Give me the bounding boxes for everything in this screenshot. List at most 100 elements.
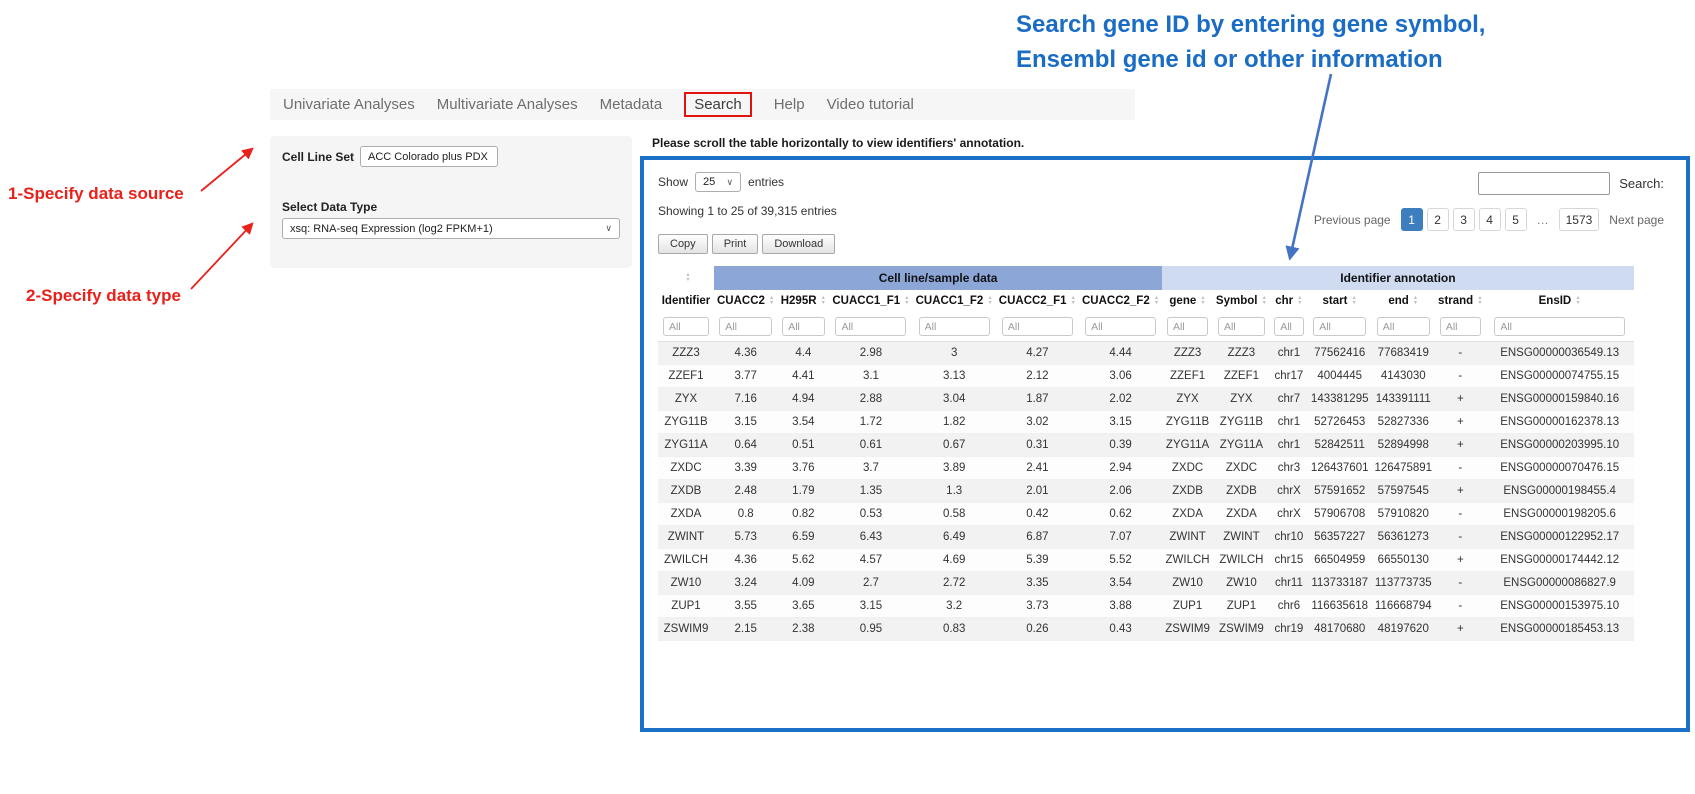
previous-page-button[interactable]: Previous page (1314, 213, 1391, 227)
column-header-end[interactable]: end▲▼ (1371, 290, 1435, 312)
filter-input-start[interactable] (1313, 317, 1366, 336)
filter-input-end[interactable] (1377, 317, 1430, 336)
table-cell: 113733187 (1308, 572, 1372, 595)
column-header-identifier[interactable]: Identifier (658, 290, 714, 312)
print-button[interactable]: Print (712, 234, 759, 254)
column-label: H295R (781, 295, 817, 307)
sort-icon: ▲▼ (1200, 296, 1205, 305)
table-cell: ZXDC (658, 457, 714, 480)
filter-input-cuacc2[interactable] (719, 317, 772, 336)
control-panel: Cell Line Set ACC Colorado plus PDX ∨ Se… (270, 136, 632, 268)
table-cell: ZSWIM9 (1213, 618, 1270, 641)
nav-item-univariate-analyses[interactable]: Univariate Analyses (283, 96, 415, 113)
page-button-4[interactable]: 4 (1479, 208, 1501, 231)
page-button-1573[interactable]: 1573 (1559, 208, 1600, 231)
table-cell: + (1435, 434, 1486, 457)
table-cell: 5.62 (777, 549, 829, 572)
sort-icon: ▲▼ (1477, 296, 1482, 305)
table-cell: ZXDA (1162, 503, 1213, 526)
table-cell: 3.76 (777, 457, 829, 480)
table-cell: 0.42 (996, 503, 1079, 526)
filter-input-cuacc1_f1[interactable] (835, 317, 906, 336)
group-header-identifier-annotation: Identifier annotation (1162, 266, 1633, 290)
column-label: CUACC2_F1 (999, 295, 1067, 307)
table-cell: 6.59 (777, 526, 829, 549)
filter-input-strand[interactable] (1440, 317, 1481, 336)
nav-item-metadata[interactable]: Metadata (600, 96, 663, 113)
filter-cell (913, 312, 996, 342)
filter-cell (1486, 312, 1634, 342)
table-cell: chr3 (1270, 457, 1308, 480)
column-label: Symbol (1216, 295, 1258, 307)
filter-input-identifier[interactable] (663, 317, 709, 336)
filter-input-gene[interactable] (1167, 317, 1208, 336)
nav-item-help[interactable]: Help (774, 96, 805, 113)
nav-item-video-tutorial[interactable]: Video tutorial (827, 96, 914, 113)
column-header-gene[interactable]: gene▲▼ (1162, 290, 1213, 312)
export-buttons: CopyPrintDownload (658, 234, 1672, 254)
table-cell: chr15 (1270, 549, 1308, 572)
table-cell: ZUP1 (1162, 595, 1213, 618)
table-cell: 0.62 (1079, 503, 1162, 526)
column-header-start[interactable]: start▲▼ (1308, 290, 1372, 312)
page-button-2[interactable]: 2 (1427, 208, 1449, 231)
table-cell: ZZEF1 (1213, 365, 1270, 388)
next-page-button[interactable]: Next page (1609, 213, 1664, 227)
column-header-cuacc1_f1[interactable]: CUACC1_F1▲▼ (829, 290, 912, 312)
column-header-cuacc2_f2[interactable]: CUACC2_F2▲▼ (1079, 290, 1162, 312)
page-length-select[interactable]: 25 ∨ (695, 172, 741, 192)
sort-icon: ▲▼ (1351, 296, 1356, 305)
nav-item-search[interactable]: Search (684, 92, 752, 117)
column-header-symbol[interactable]: Symbol▲▼ (1213, 290, 1270, 312)
table-cell: 3.77 (714, 365, 777, 388)
column-header-cuacc2_f1[interactable]: CUACC2_F1▲▼ (996, 290, 1079, 312)
page-button-3[interactable]: 3 (1453, 208, 1475, 231)
table-cell: ZZEF1 (658, 365, 714, 388)
column-header-chr[interactable]: chr▲▼ (1270, 290, 1308, 312)
search-results-panel: Show 25 ∨ entries Search: Showing 1 to 2… (640, 156, 1690, 732)
table-cell: 4004445 (1308, 365, 1372, 388)
filter-input-ensid[interactable] (1494, 317, 1625, 336)
data-type-select[interactable]: xsq: RNA-seq Expression (log2 FPKM+1) ∨ (282, 218, 620, 239)
column-header-h295r[interactable]: H295R▲▼ (777, 290, 829, 312)
page-button-1[interactable]: 1 (1401, 208, 1423, 231)
table-cell: 56361273 (1371, 526, 1435, 549)
table-cell: ZW10 (1213, 572, 1270, 595)
nav-item-multivariate-analyses[interactable]: Multivariate Analyses (437, 96, 578, 113)
page-button-5[interactable]: 5 (1505, 208, 1527, 231)
table-cell: ZXDB (1162, 480, 1213, 503)
table-cell: ZSWIM9 (658, 618, 714, 641)
filter-input-symbol[interactable] (1218, 317, 1265, 336)
table-cell: - (1435, 342, 1486, 365)
filter-input-cuacc1_f2[interactable] (919, 317, 990, 336)
table-cell: ZXDA (1213, 503, 1270, 526)
table-cell: 0.53 (829, 503, 912, 526)
column-label: CUACC2 (717, 295, 765, 307)
column-header-strand[interactable]: strand▲▼ (1435, 290, 1486, 312)
table-cell: ZWILCH (1213, 549, 1270, 572)
filter-input-cuacc2_f2[interactable] (1085, 317, 1156, 336)
download-button[interactable]: Download (762, 234, 835, 254)
table-cell: + (1435, 618, 1486, 641)
table-cell: 3.02 (996, 411, 1079, 434)
table-cell: 6.49 (913, 526, 996, 549)
filter-input-chr[interactable] (1274, 317, 1303, 336)
filter-input-h295r[interactable] (782, 317, 824, 336)
table-cell: 0.26 (996, 618, 1079, 641)
red-arrow-data-source (201, 149, 252, 191)
column-header-cuacc2[interactable]: CUACC2▲▼ (714, 290, 777, 312)
search-input[interactable] (1478, 172, 1610, 195)
column-header-ensid[interactable]: EnsID▲▼ (1486, 290, 1634, 312)
table-row: ZWINT5.736.596.436.496.877.07ZWINTZWINTc… (658, 526, 1634, 549)
table-cell: 2.94 (1079, 457, 1162, 480)
copy-button[interactable]: Copy (658, 234, 708, 254)
table-cell: 2.41 (996, 457, 1079, 480)
chevron-down-icon: ∨ (605, 223, 612, 234)
table-row: ZW103.244.092.72.723.353.54ZW10ZW10chr11… (658, 572, 1634, 595)
column-header-cuacc1_f2[interactable]: CUACC1_F2▲▼ (913, 290, 996, 312)
table-cell: 1.35 (829, 480, 912, 503)
table-cell: - (1435, 365, 1486, 388)
filter-input-cuacc2_f1[interactable] (1002, 317, 1073, 336)
table-cell: ZXDC (1162, 457, 1213, 480)
cell-line-set-select[interactable]: ACC Colorado plus PDX ∨ (360, 146, 498, 167)
